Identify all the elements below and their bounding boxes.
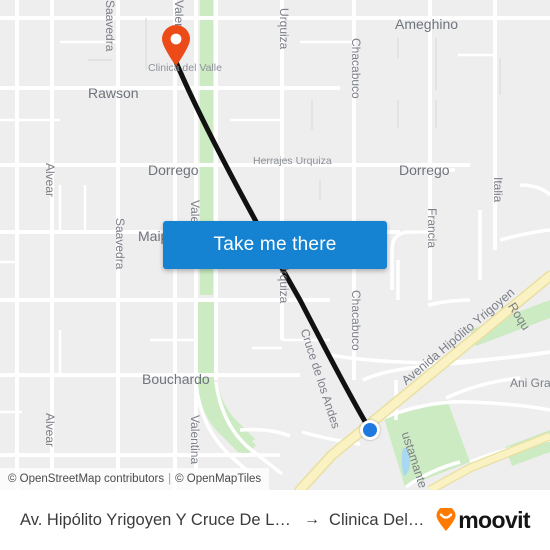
- attribution-osm[interactable]: © OpenStreetMap contributors: [8, 473, 164, 485]
- location-dot-icon[interactable]: [360, 420, 380, 440]
- map-canvas[interactable]: Ameghino Saavedra Valentín Urquiza Chacabuco…: [0, 0, 550, 490]
- moovit-pin-smile-icon: [436, 508, 456, 531]
- route-destination[interactable]: Clinica Del …: [329, 511, 427, 530]
- route-summary-bar: Av. Hipólito Yrigoyen Y Cruce De Lo… → C…: [0, 490, 550, 550]
- moovit-wordmark: moovit: [458, 506, 530, 533]
- arrow-right-icon: →: [304, 511, 321, 528]
- route-origin[interactable]: Av. Hipólito Yrigoyen Y Cruce De Lo…: [20, 511, 295, 530]
- moovit-logo[interactable]: moovit: [435, 506, 531, 534]
- route-endpoints: Av. Hipólito Yrigoyen Y Cruce De Lo… → C…: [20, 511, 427, 530]
- take-me-there-button[interactable]: Take me there: [163, 221, 387, 269]
- attribution-separator: |: [168, 473, 172, 485]
- map-pin-icon[interactable]: [161, 25, 191, 67]
- moovit-route-screenshot: Ameghino Saavedra Valentín Urquiza Chacabuco…: [0, 0, 550, 550]
- map-attribution: © OpenStreetMap contributors | © OpenMap…: [0, 468, 270, 490]
- attribution-openmaptiles[interactable]: © OpenMapTiles: [175, 473, 261, 485]
